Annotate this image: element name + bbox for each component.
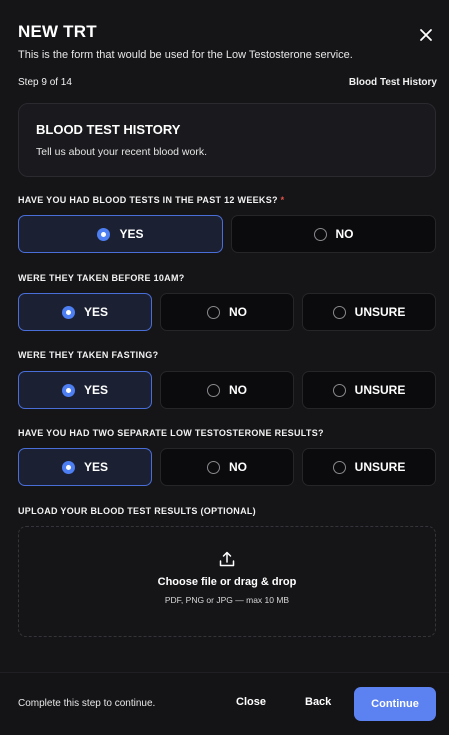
file-dropzone[interactable]: Choose file or drag & drop PDF, PNG or J… [18, 526, 436, 637]
radio-checked-icon [61, 460, 75, 474]
dropzone-hint: PDF, PNG or JPG — max 10 MB [164, 595, 290, 605]
close-icon[interactable] [417, 26, 435, 44]
required-marker: * [280, 195, 285, 205]
question-label-two-low-results: HAVE YOU HAD TWO SEPARATE LOW TESTOSTERO… [18, 428, 324, 438]
radio-checked-icon [61, 383, 75, 397]
dialog-header: NEW TRT This is the form that would be u… [18, 22, 431, 61]
radio-unchecked-icon [332, 383, 346, 397]
upload-label: UPLOAD YOUR BLOOD TEST RESULTS (OPTIONAL… [18, 506, 256, 516]
radio-checked-icon [61, 305, 75, 319]
upload-icon [218, 550, 236, 568]
recent-tests-no-option[interactable]: NO [231, 215, 436, 253]
back-button[interactable]: Back [305, 696, 331, 708]
radio-unchecked-icon [207, 305, 220, 319]
two-low-results-yes-option[interactable]: YES [18, 448, 152, 486]
question-label-recent-tests: HAVE YOU HAD BLOOD TESTS IN THE PAST 12 … [18, 195, 285, 205]
close-button[interactable]: Close [236, 696, 266, 708]
recent-tests-yes-option[interactable]: YES [18, 215, 223, 253]
section-card: BLOOD TEST HISTORY Tell us about your re… [18, 103, 436, 177]
two-low-results-unsure-option[interactable]: UNSURE [302, 448, 436, 486]
section-description: Tell us about your recent blood work. [36, 146, 208, 158]
question-label-before-10am: WERE THEY TAKEN BEFORE 10AM? [18, 273, 185, 283]
two-low-results-no-option[interactable]: NO [160, 448, 294, 486]
section-title: BLOOD TEST HISTORY [36, 122, 181, 137]
dialog-subtitle: This is the form that would be used for … [18, 49, 353, 61]
step-indicator: Step 9 of 14 Blood Test History [18, 77, 437, 88]
fasting-no-option[interactable]: NO [160, 371, 294, 409]
dropzone-text: Choose file or drag & drop [157, 576, 297, 588]
step-counter: Step 9 of 14 [18, 77, 72, 88]
radio-unchecked-icon [313, 227, 327, 241]
before-10am-no-option[interactable]: NO [160, 293, 294, 331]
radio-checked-icon [97, 227, 111, 241]
dialog-footer: Complete this step to continue. Close Ba… [0, 672, 449, 735]
continue-button[interactable]: Continue [354, 687, 436, 721]
question-label-fasting: WERE THEY TAKEN FASTING? [18, 350, 159, 360]
before-10am-yes-option[interactable]: YES [18, 293, 152, 331]
fasting-yes-option[interactable]: YES [18, 371, 152, 409]
radio-unchecked-icon [207, 460, 220, 474]
new-trt-dialog: NEW TRT This is the form that would be u… [0, 0, 449, 735]
step-name: Blood Test History [348, 77, 437, 88]
radio-unchecked-icon [332, 460, 346, 474]
footer-hint: Complete this step to continue. [18, 698, 156, 709]
radio-unchecked-icon [332, 305, 346, 319]
dialog-title: NEW TRT [18, 22, 97, 41]
fasting-unsure-option[interactable]: UNSURE [302, 371, 436, 409]
radio-unchecked-icon [207, 383, 220, 397]
before-10am-unsure-option[interactable]: UNSURE [302, 293, 436, 331]
